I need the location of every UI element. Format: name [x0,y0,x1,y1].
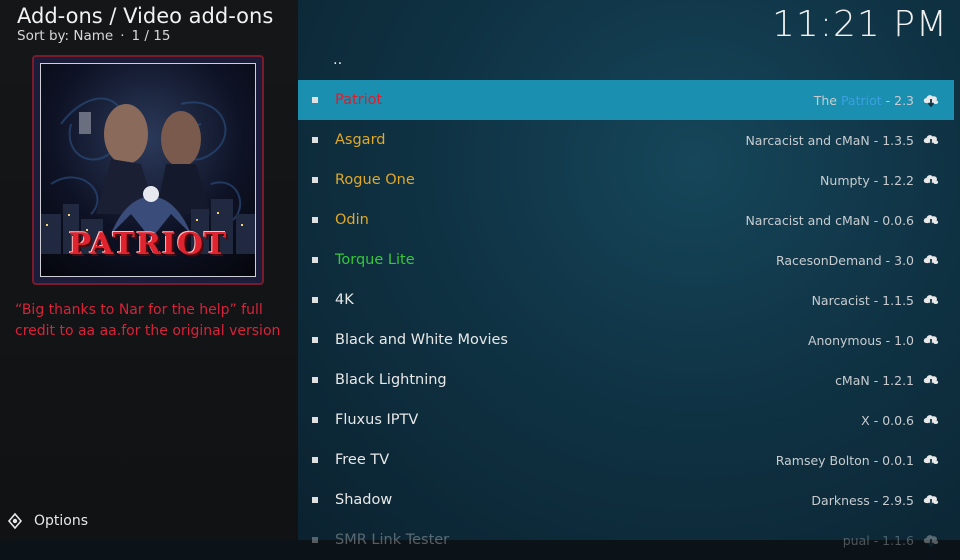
addon-author-version: Narcacist and cMaN - 0.0.6 [745,212,914,228]
list-bullet [312,377,318,383]
cloud-download-icon [922,132,940,148]
addon-author-version: RacesonDemand - 3.0 [775,252,914,268]
addon-name: SMR Link Tester [335,532,450,548]
addon-description: “Big thanks to Nar for the help” full cr… [15,302,281,339]
list-item[interactable]: Shadow Darkness - 2.9.5 [298,480,954,520]
list-item[interactable]: Black Lightning cMaN - 1.2.1 [298,360,954,400]
parent-folder-item[interactable]: .. [298,40,954,80]
list-item[interactable]: 4K Narcacist - 1.1.5 [298,280,954,320]
addon-list-panel: 11:21 PM .. Patriot The Patriot - 2.3 Asga… [298,0,960,548]
cloud-download-icon [922,292,940,308]
addon-list: .. Patriot The Patriot - 2.3 Asgard Narcaci… [298,40,960,560]
list-item[interactable]: Black and White Movies Anonymous - 1.0 [298,320,954,360]
addon-name: Torque Lite [335,252,415,268]
addon-author-version: X - 0.0.6 [861,412,914,428]
cloud-download-icon [922,252,940,268]
addon-name: Black Lightning [335,372,447,388]
list-item[interactable]: Free TV Ramsey Bolton - 0.0.1 [298,440,954,480]
addon-name: Free TV [335,452,390,468]
addon-name: Asgard [335,132,386,148]
addon-name: Patriot [335,92,383,108]
addon-author-version: Anonymous - 1.0 [807,332,914,348]
addon-name: Odin [335,212,369,228]
meta-highlight: Patriot [840,92,882,108]
options-icon [7,512,23,530]
list-bullet [312,257,318,263]
list-item[interactable]: Rogue One Numpty - 1.2.2 [298,160,954,200]
list-bullet [312,497,318,503]
addon-author-version: Narcacist - 1.1.5 [811,292,914,308]
info-panel: Add-ons / Video add-ons Sort by: Name · 1 … [0,0,298,540]
list-bullet [312,177,318,183]
cloud-download-icon [922,212,940,228]
clock: 11:21 PM [772,4,948,45]
sort-info: Sort by: Name · 1 / 15 [17,28,170,44]
separator: · [120,28,125,44]
cloud-download-icon [922,412,940,428]
list-bullet [312,337,318,343]
item-position: 1 / 15 [131,28,171,44]
addon-name: Rogue One [335,172,415,188]
addon-author-version: Numpty - 1.2.2 [820,172,914,188]
addon-author-version: Ramsey Bolton - 0.0.1 [775,452,914,468]
poster-image: PATRIOT [40,63,256,277]
addon-author-version: The Patriot - 2.3 [814,93,914,108]
addon-author-version: cMaN - 1.2.1 [835,372,914,388]
addon-author-version: pual - 1.1.6 [842,532,914,548]
options-label: Options [34,513,89,529]
cloud-download-icon [922,372,940,388]
cloud-download-icon [922,92,940,108]
list-item[interactable]: Asgard Narcacist and cMaN - 1.3.5 [298,120,954,160]
cloud-download-icon [922,492,940,508]
cloud-download-icon [922,172,940,188]
list-item[interactable]: Fluxus IPTV X - 0.0.6 [298,400,954,440]
list-bullet [312,417,318,423]
addon-name: Fluxus IPTV [335,412,419,428]
list-bullet [312,137,318,143]
meta-prefix: The [813,92,841,108]
list-item[interactable]: SMR Link Tester pual - 1.1.6 [298,520,954,560]
options-button[interactable]: Options [6,510,88,532]
list-bullet [312,297,318,303]
cloud-download-icon [922,452,940,468]
addon-name: Shadow [335,492,393,508]
parent-folder-label: .. [333,52,343,68]
cloud-download-icon [922,332,940,348]
list-item[interactable]: Patriot The Patriot - 2.3 [298,80,954,120]
list-bullet [312,537,318,543]
addon-name: Black and White Movies [335,332,508,348]
addon-poster: PATRIOT [32,55,264,285]
list-item[interactable]: Odin Narcacist and cMaN - 0.0.6 [298,200,954,240]
addon-name: 4K [335,292,354,308]
list-bullet [312,97,318,103]
page-title: Add-ons / Video add-ons [17,4,274,28]
list-bullet [312,457,318,463]
cloud-download-icon [922,532,940,548]
sort-label[interactable]: Sort by: Name [17,28,113,44]
poster-title: PATRIOT [68,227,228,262]
list-item[interactable]: Torque Lite RacesonDemand - 3.0 [298,240,954,280]
addon-author-version: Narcacist and cMaN - 1.3.5 [745,132,914,148]
addon-author-version: Darkness - 2.9.5 [811,492,914,508]
meta-suffix: - 2.3 [881,92,914,108]
list-bullet [312,217,318,223]
